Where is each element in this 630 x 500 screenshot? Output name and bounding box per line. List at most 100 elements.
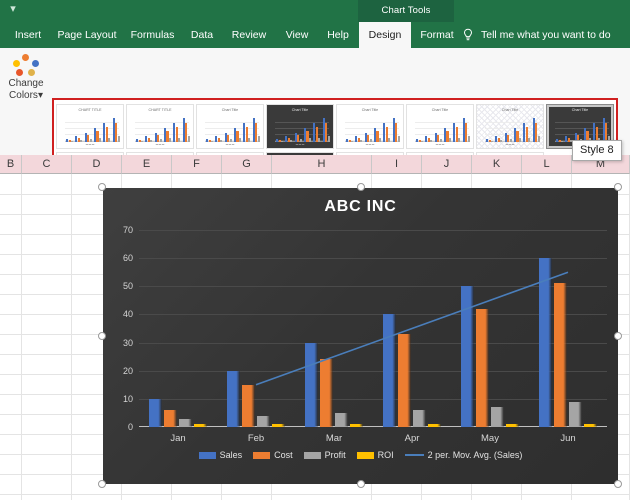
chart-bar-roi-may[interactable] bbox=[506, 424, 519, 427]
chart-bar-roi-apr[interactable] bbox=[428, 424, 441, 427]
chart-style-thumbnail-4[interactable]: Chart Title▬ ▬ ▬ bbox=[266, 104, 334, 149]
chart-bar-sales-feb[interactable] bbox=[227, 371, 240, 427]
chart-style-thumbnail-5[interactable]: Chart Title▬ ▬ ▬ bbox=[336, 104, 404, 149]
column-header-D[interactable]: D bbox=[72, 155, 122, 174]
thumbnail-bar bbox=[239, 138, 241, 142]
column-header-L[interactable]: L bbox=[522, 155, 572, 174]
worksheet-area: BCDEFGHIJKLM ABC INC 010203040506070JanF… bbox=[0, 155, 630, 500]
ribbon-tab-design[interactable]: Design bbox=[359, 22, 411, 48]
chart-resize-handle-middle-right[interactable] bbox=[614, 332, 622, 340]
thumbnail-bar bbox=[519, 138, 521, 142]
chart-bar-sales-may[interactable] bbox=[461, 286, 474, 427]
thumbnail-bar bbox=[160, 139, 162, 142]
thumbnail-gridline bbox=[275, 134, 329, 135]
thumbnail-bar bbox=[258, 136, 260, 142]
column-header-F[interactable]: F bbox=[172, 155, 222, 174]
ribbon-body: Change Colors▾ CHART TITLE▬ ▬ ▬CHART TIT… bbox=[0, 48, 630, 155]
bar-fill bbox=[272, 424, 285, 427]
column-header-I[interactable]: I bbox=[372, 155, 422, 174]
ribbon-tab-help[interactable]: Help bbox=[319, 22, 357, 48]
chart-bar-profit-apr[interactable] bbox=[413, 410, 426, 427]
change-colors-button[interactable]: Change Colors▾ bbox=[2, 50, 50, 124]
chart-legend[interactable]: Sales Cost Profit ROI 2 per. Mov. Avg. (Sale… bbox=[103, 450, 618, 460]
chart-bar-roi-jan[interactable] bbox=[194, 424, 207, 427]
chart-resize-handle-bottom-left[interactable] bbox=[98, 480, 106, 488]
chart-bar-profit-jun[interactable] bbox=[569, 402, 582, 427]
chart-title[interactable]: ABC INC bbox=[103, 198, 618, 216]
tell-me-search[interactable]: Tell me what you want to do bbox=[460, 22, 611, 48]
column-header-H[interactable]: H bbox=[272, 155, 372, 174]
chart-bar-roi-mar[interactable] bbox=[350, 424, 363, 427]
chart-style-thumbnail-1[interactable]: CHART TITLE▬ ▬ ▬ bbox=[56, 104, 124, 149]
ribbon-tab-format[interactable]: Format bbox=[413, 22, 461, 48]
chart-bar-profit-jan[interactable] bbox=[179, 419, 192, 427]
ribbon-tab-formulas[interactable]: Formulas bbox=[124, 22, 181, 48]
excel-ribbon: ▾ Chart Tools InsertPage LayoutFormulasD… bbox=[0, 0, 630, 155]
chart-gridline bbox=[139, 230, 607, 231]
chart-style-thumbnail-7[interactable]: Chart Title▬ ▬ ▬ bbox=[476, 104, 544, 149]
ribbon-tab-review[interactable]: Review bbox=[223, 22, 275, 48]
ribbon-tab-view[interactable]: View bbox=[277, 22, 317, 48]
chart-bar-profit-feb[interactable] bbox=[257, 416, 270, 427]
chart-resize-handle-top-right[interactable] bbox=[614, 183, 622, 191]
column-header-J[interactable]: J bbox=[422, 155, 472, 174]
chart-resize-handle-middle-left[interactable] bbox=[98, 332, 106, 340]
chart-style-thumbnail-3[interactable]: Chart Title▬ ▬ ▬ bbox=[196, 104, 264, 149]
chart-bar-cost-apr[interactable] bbox=[398, 334, 411, 427]
chart-bar-roi-feb[interactable] bbox=[272, 424, 285, 427]
chart-bar-cost-jan[interactable] bbox=[164, 410, 177, 427]
thumbnail-bar bbox=[141, 141, 143, 142]
chart-bar-cost-feb[interactable] bbox=[242, 385, 255, 427]
chart-resize-handle-top-center[interactable] bbox=[357, 183, 365, 191]
chart-bar-profit-may[interactable] bbox=[491, 407, 504, 427]
chart-bar-sales-apr[interactable] bbox=[383, 314, 396, 427]
thumbnail-title: Chart Title bbox=[407, 108, 473, 112]
thumbnail-gridline bbox=[135, 134, 189, 135]
ribbon-tab-data[interactable]: Data bbox=[183, 22, 221, 48]
thumbnail-bar bbox=[178, 138, 180, 142]
chart-object[interactable]: ABC INC 010203040506070JanFebMarAprMayJu… bbox=[103, 188, 618, 484]
customize-quick-access-toolbar-caret-icon[interactable]: ▾ bbox=[6, 3, 20, 15]
chart-resize-handle-top-left[interactable] bbox=[98, 183, 106, 191]
legend-item-moving-average[interactable]: 2 per. Mov. Avg. (Sales) bbox=[405, 450, 523, 460]
thumbnail-plot bbox=[205, 116, 259, 142]
ribbon-tab-insert[interactable]: Insert bbox=[6, 22, 50, 48]
legend-item-cost[interactable]: Cost bbox=[253, 450, 293, 460]
thumbnail-gridline bbox=[415, 134, 469, 135]
thumbnail-bar bbox=[421, 141, 423, 142]
column-header-C[interactable]: C bbox=[22, 155, 72, 174]
chart-gridline bbox=[139, 314, 607, 315]
chevron-down-icon[interactable]: ▾ bbox=[38, 90, 43, 101]
bar-fill bbox=[554, 283, 567, 427]
chart-bar-sales-jan[interactable] bbox=[149, 399, 162, 427]
chart-bar-sales-mar[interactable] bbox=[305, 343, 318, 427]
column-header-E[interactable]: E bbox=[122, 155, 172, 174]
chart-style-thumbnail-6[interactable]: Chart Title▬ ▬ ▬ bbox=[406, 104, 474, 149]
chart-bar-cost-jun[interactable] bbox=[554, 283, 567, 427]
thumbnail-bar bbox=[398, 136, 400, 142]
chart-style-thumbnail-2[interactable]: CHART TITLE▬ ▬ ▬ bbox=[126, 104, 194, 149]
chart-bar-cost-may[interactable] bbox=[476, 309, 489, 427]
thumbnail-bar bbox=[150, 140, 152, 142]
bar-fill bbox=[476, 309, 489, 427]
chart-bar-sales-jun[interactable] bbox=[539, 258, 552, 427]
chart-bar-cost-mar[interactable] bbox=[320, 359, 333, 427]
legend-item-sales[interactable]: Sales bbox=[199, 450, 243, 460]
column-header-B[interactable]: B bbox=[0, 155, 22, 174]
y-axis-tick-label: 10 bbox=[123, 394, 133, 404]
y-axis-tick-label: 60 bbox=[123, 253, 133, 263]
legend-label: 2 per. Mov. Avg. (Sales) bbox=[428, 450, 523, 460]
legend-item-profit[interactable]: Profit bbox=[304, 450, 346, 460]
legend-item-roi[interactable]: ROI bbox=[357, 450, 394, 460]
chart-bar-roi-jun[interactable] bbox=[584, 424, 597, 427]
ribbon-tab-page-layout[interactable]: Page Layout bbox=[52, 22, 122, 48]
legend-swatch bbox=[199, 452, 216, 459]
thumbnail-gridline bbox=[65, 122, 119, 123]
chart-bar-profit-mar[interactable] bbox=[335, 413, 348, 427]
chart-resize-handle-bottom-right[interactable] bbox=[614, 480, 622, 488]
column-header-G[interactable]: G bbox=[222, 155, 272, 174]
thumbnail-bar bbox=[500, 140, 502, 142]
column-header-K[interactable]: K bbox=[472, 155, 522, 174]
chart-resize-handle-bottom-center[interactable] bbox=[357, 480, 365, 488]
style-tooltip: Style 8 bbox=[572, 140, 622, 161]
